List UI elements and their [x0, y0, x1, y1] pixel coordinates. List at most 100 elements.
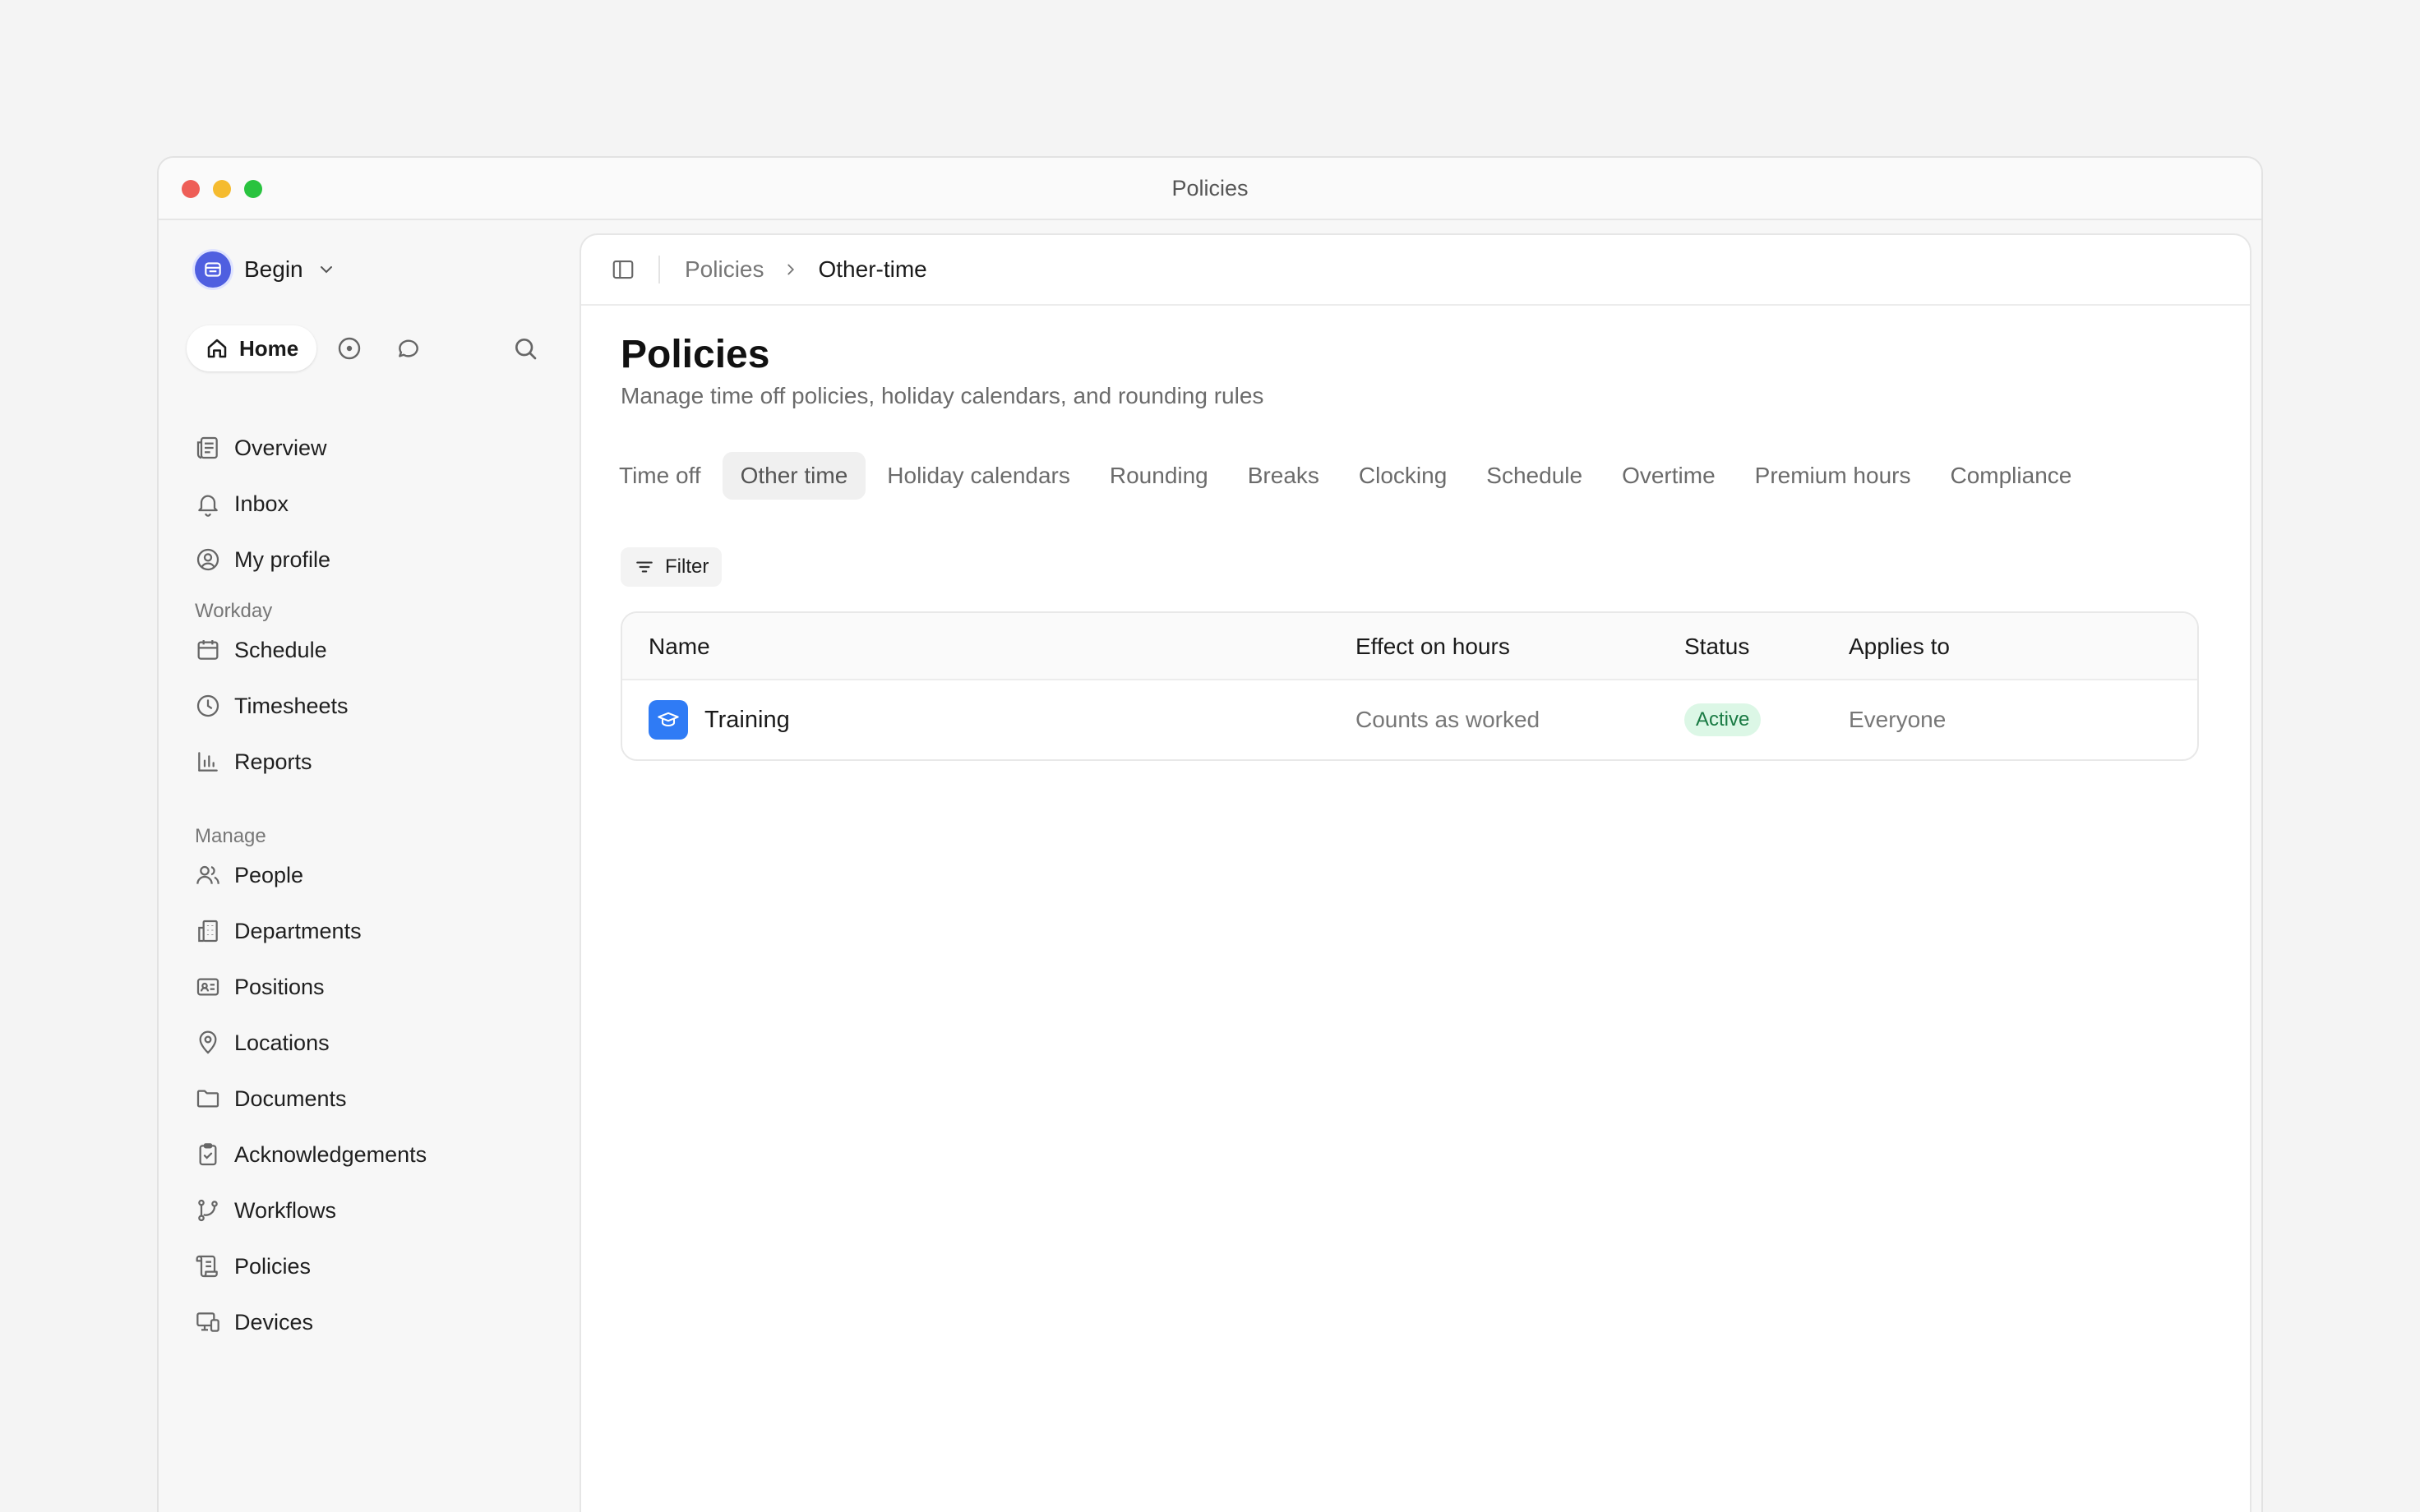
sidebar-item-documents[interactable]: Documents: [195, 1078, 347, 1119]
users-icon: [196, 865, 219, 884]
sidebar-item-my-profile[interactable]: My profile: [195, 539, 330, 580]
sidebar-item-locations[interactable]: Locations: [195, 1022, 330, 1063]
clock-icon: [196, 694, 219, 717]
table-header: Name Effect on hours Status Applies to: [622, 613, 2197, 680]
cell-status: Active: [1684, 680, 1762, 759]
filter-icon: [636, 561, 653, 573]
sidebar-item-overview[interactable]: Overview: [195, 427, 327, 468]
top-bar: Policies Other-time: [581, 235, 2250, 306]
tab-compliance[interactable]: Compliance: [1932, 452, 2090, 500]
close-window-button[interactable]: [182, 180, 200, 198]
table-row[interactable]: Training Counts as worked Active Everyon…: [622, 680, 2197, 759]
tab-rounding[interactable]: Rounding: [1092, 452, 1226, 500]
sidebar-item-label: Reports: [234, 749, 312, 774]
home-label: Home: [239, 335, 299, 361]
home-button[interactable]: Home: [187, 325, 317, 371]
scroll-icon: [196, 1255, 218, 1278]
chat-bubble-icon: [399, 339, 419, 357]
chevron-right-icon: [782, 260, 800, 279]
column-header-status[interactable]: Status: [1684, 613, 1749, 680]
id-card-icon: [196, 978, 219, 996]
sidebar-item-inbox[interactable]: Inbox: [195, 483, 289, 524]
sidebar-item-label: Positions: [234, 974, 325, 999]
sidebar-item-positions[interactable]: Positions: [195, 966, 325, 1007]
title-bar: Policies: [159, 158, 2261, 220]
policy-name: Training: [704, 706, 790, 733]
sidebar-item-label: My profile: [234, 546, 331, 572]
toggle-sidebar-button[interactable]: [611, 257, 635, 282]
sidebar-item-timesheets[interactable]: Timesheets: [195, 685, 349, 726]
policy-tabs: Time off Other time Holiday calendars Ro…: [601, 452, 2090, 500]
column-header-name[interactable]: Name: [649, 613, 710, 680]
messages-button[interactable]: [386, 325, 432, 371]
column-header-applies-to[interactable]: Applies to: [1849, 613, 1950, 680]
sidebar-item-departments[interactable]: Departments: [195, 910, 362, 952]
user-circle-icon: [196, 548, 219, 571]
folder-icon: [196, 1090, 219, 1108]
sidebar-item-label: People: [234, 862, 304, 887]
window-title: Policies: [1171, 175, 1249, 201]
app-window: Policies Begin Home Overview Inbox My pr…: [157, 156, 2263, 1512]
main-panel: Policies Other-time Policies Manage time…: [580, 233, 2251, 1512]
bell-icon: [198, 495, 218, 517]
page-title: Policies: [621, 333, 770, 376]
sidebar-item-label: Devices: [234, 1309, 314, 1335]
sidebar-item-schedule[interactable]: Schedule: [195, 629, 327, 671]
tab-time-off[interactable]: Time off: [601, 452, 719, 500]
search-icon: [515, 339, 537, 360]
devices-icon: [196, 1312, 219, 1332]
sidebar-item-label: Workflows: [234, 1197, 337, 1223]
activity-button[interactable]: [326, 325, 372, 371]
tab-holiday-calendars[interactable]: Holiday calendars: [869, 452, 1088, 500]
clipboard-check-icon: [199, 1143, 217, 1166]
sidebar: Begin Home Overview Inbox My profile Wor…: [159, 222, 578, 1512]
sidebar-item-label: Timesheets: [234, 693, 349, 718]
zoom-window-button[interactable]: [244, 180, 262, 198]
minimize-window-button[interactable]: [213, 180, 231, 198]
breadcrumb-parent[interactable]: Policies: [685, 256, 764, 283]
tab-breaks[interactable]: Breaks: [1230, 452, 1337, 500]
workspace-switcher[interactable]: Begin: [195, 251, 336, 288]
git-branch-icon: [198, 1199, 218, 1222]
map-pin-icon: [199, 1030, 217, 1054]
sidebar-item-acknowledgements[interactable]: Acknowledgements: [195, 1134, 427, 1175]
sidebar-item-label: Inbox: [234, 491, 289, 516]
column-header-effect[interactable]: Effect on hours: [1355, 613, 1510, 680]
sidebar-item-label: Schedule: [234, 637, 327, 662]
tab-overtime[interactable]: Overtime: [1604, 452, 1734, 500]
filter-label: Filter: [665, 555, 709, 578]
cell-name: Training: [649, 680, 790, 759]
tab-premium-hours[interactable]: Premium hours: [1737, 452, 1929, 500]
cell-effect: Counts as worked: [1355, 707, 1540, 732]
breadcrumb-current: Other-time: [818, 256, 927, 282]
section-label-workday: Workday: [195, 600, 273, 622]
policies-table: Name Effect on hours Status Applies to T…: [621, 611, 2199, 761]
workspace-name: Begin: [244, 256, 303, 282]
sidebar-item-reports[interactable]: Reports: [195, 741, 312, 782]
sidebar-item-label: Departments: [234, 918, 362, 943]
sidebar-item-label: Locations: [234, 1030, 330, 1055]
tab-clocking[interactable]: Clocking: [1341, 452, 1465, 500]
sidebar-item-workflows[interactable]: Workflows: [195, 1190, 336, 1231]
dot-circle-icon: [339, 337, 361, 360]
tab-other-time[interactable]: Other time: [722, 452, 866, 500]
chevron-down-icon: [316, 260, 336, 279]
section-label-manage: Manage: [195, 825, 266, 847]
search-button[interactable]: [502, 325, 548, 371]
sidebar-item-label: Overview: [234, 435, 327, 460]
topbar-divider: [658, 256, 660, 284]
sidebar-item-devices[interactable]: Devices: [195, 1302, 313, 1343]
calendar-icon: [197, 640, 219, 660]
breadcrumb: Policies Other-time: [685, 256, 927, 283]
sidebar-item-policies[interactable]: Policies: [195, 1246, 311, 1287]
tab-schedule[interactable]: Schedule: [1468, 452, 1600, 500]
graduation-cap-icon: [649, 700, 688, 740]
quick-nav: Home: [187, 325, 548, 371]
home-icon: [207, 339, 227, 358]
workspace-logo-icon: [195, 251, 231, 288]
sidebar-panel-icon: [612, 260, 634, 279]
filter-button[interactable]: Filter: [621, 547, 723, 587]
sidebar-item-people[interactable]: People: [195, 855, 303, 896]
sidebar-item-label: Acknowledgements: [234, 1141, 427, 1167]
building-icon: [198, 920, 218, 943]
